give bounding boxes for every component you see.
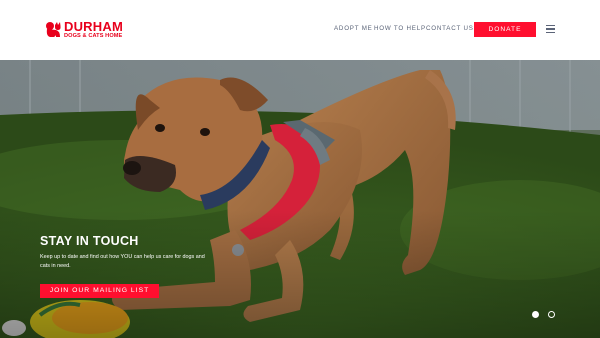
nav-how-to-help[interactable]: HOW TO HELP bbox=[374, 25, 426, 32]
hero-description: Keep up to date and find out how YOU can… bbox=[40, 254, 205, 269]
hero-title: STAY IN TOUCH bbox=[40, 234, 139, 248]
carousel-dot-2[interactable] bbox=[548, 311, 555, 318]
logo-name: DURHAM bbox=[64, 19, 123, 35]
join-mailing-list-button[interactable]: JOIN OUR MAILING LIST bbox=[40, 284, 159, 298]
hero-banner: STAY IN TOUCH Keep up to date and find o… bbox=[0, 60, 600, 338]
carousel-dot-1[interactable] bbox=[532, 311, 539, 318]
logo-wordmark: DURHAM DOGS & CATS HOME bbox=[64, 20, 123, 40]
dog-cat-logo-icon bbox=[46, 22, 61, 37]
nav-adopt-me[interactable]: ADOPT ME bbox=[334, 25, 373, 32]
durham-logo[interactable]: DURHAM DOGS & CATS HOME bbox=[45, 19, 125, 41]
nav-contact-us[interactable]: CONTACT US bbox=[426, 25, 474, 32]
donate-button[interactable]: DONATE bbox=[474, 22, 536, 37]
site-header: DURHAM DOGS & CATS HOME ADOPT ME HOW TO … bbox=[0, 0, 600, 60]
logo-tagline: DOGS & CATS HOME bbox=[64, 33, 123, 40]
hamburger-icon[interactable] bbox=[546, 25, 555, 34]
